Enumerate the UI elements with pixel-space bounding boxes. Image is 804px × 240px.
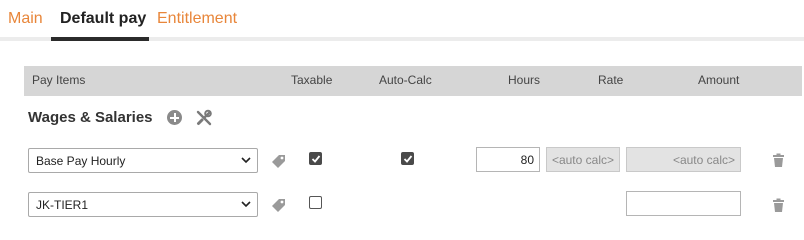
header-auto-calc: Auto-Calc (379, 73, 432, 87)
tab-entitlement[interactable]: Entitlement (157, 10, 237, 28)
tab-bar: Main Default pay Entitlement (0, 0, 804, 42)
pay-item-select[interactable]: Base Pay Hourly (28, 148, 258, 173)
section-title: Wages & Salaries (28, 109, 153, 126)
taxable-checkbox[interactable] (309, 152, 322, 165)
tag-icon[interactable] (270, 197, 286, 213)
pay-item-select[interactable]: JK-TIER1 (28, 192, 258, 217)
trash-icon[interactable] (771, 198, 786, 213)
header-amount: Amount (698, 73, 740, 87)
pay-items-table-header: Pay Items Taxable Auto-Calc Hours Rate A… (24, 66, 802, 96)
pay-item-select-value: Base Pay Hourly (36, 154, 126, 168)
taxable-checkbox[interactable] (309, 196, 322, 209)
tools-icon[interactable] (195, 109, 213, 127)
add-circle-icon[interactable] (167, 110, 182, 125)
tab-default-pay[interactable]: Default pay (60, 10, 146, 28)
amount-input[interactable] (626, 191, 741, 216)
hours-input[interactable]: 80 (476, 147, 540, 172)
rate-input: <auto calc> (546, 147, 620, 172)
auto-calc-checkbox[interactable] (401, 152, 414, 165)
trash-icon[interactable] (771, 153, 786, 168)
header-rate: Rate (598, 73, 624, 87)
pay-item-select-value: JK-TIER1 (36, 198, 89, 212)
amount-input: <auto calc> (626, 147, 741, 172)
chevron-down-icon (241, 157, 251, 164)
chevron-down-icon (241, 201, 251, 208)
header-hours: Hours (508, 73, 541, 87)
tag-icon[interactable] (270, 153, 286, 169)
tab-main[interactable]: Main (8, 10, 43, 28)
active-tab-indicator (51, 37, 149, 41)
header-taxable: Taxable (291, 73, 333, 87)
header-pay-items: Pay Items (32, 73, 86, 87)
